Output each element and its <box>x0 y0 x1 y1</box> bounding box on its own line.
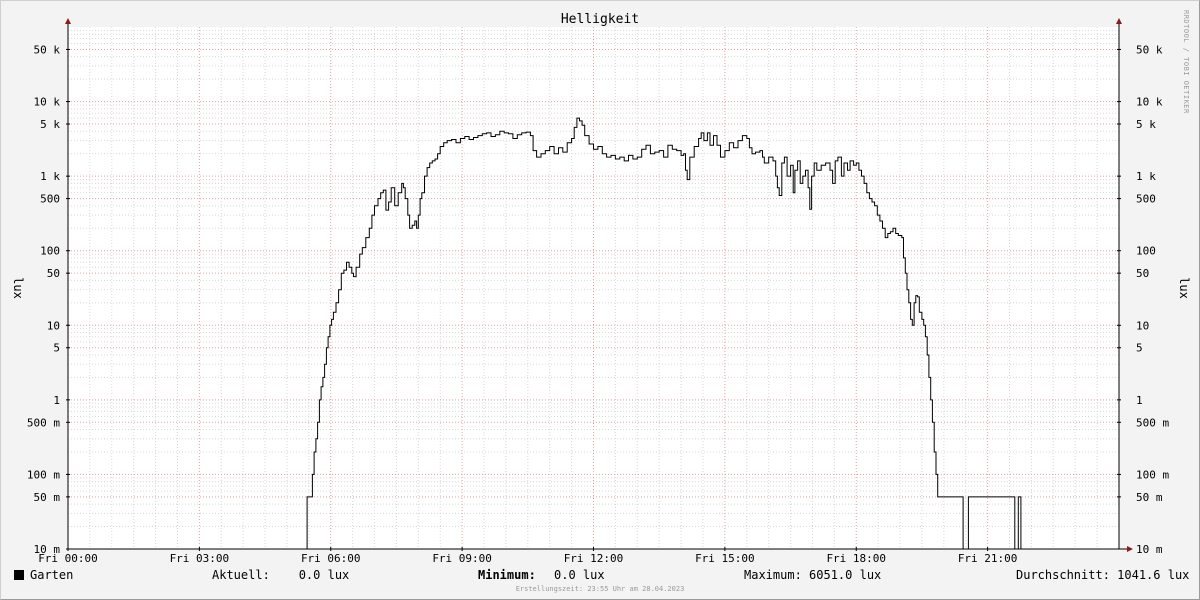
y-tick-labels-right: 50 k 10 k 5 k 1 k 500 100 50 10 5 1 500 m 100 m 50 m… <box>1136 43 1169 556</box>
y-tick-labels-left: 50 k 10 k 5 k 1 k 500 100 50 10 5 1 500 m 100 m 50 m… <box>27 43 60 556</box>
y-tick-label-left: 1 k <box>40 170 60 183</box>
legend-swatch <box>14 570 24 580</box>
y-tick-label-right: 10 m <box>1136 543 1163 556</box>
legend-current: Aktuell: 0.0 lux <box>212 568 350 582</box>
y-tick-label-left: 50 m <box>34 491 61 504</box>
y-tick-label-left: 50 <box>47 267 60 280</box>
y-axis-label-left: lux <box>11 277 25 299</box>
legend-average: Durchschnitt: 1041.6 lux <box>1016 568 1190 582</box>
y-axis-label-right: lux <box>1177 277 1191 299</box>
x-axis-arrow <box>1127 546 1133 552</box>
y-tick-label-right: 100 <box>1136 245 1156 258</box>
x-tick-label: Fri 06:00 <box>301 552 361 565</box>
y-tick-label-left: 10 k <box>34 96 61 109</box>
y-axis-arrow-right <box>1116 18 1122 24</box>
x-tick-labels: Fri 00:00 Fri 03:00 Fri 06:00 Fri 09:00 Fri … <box>38 552 1017 565</box>
y-tick-label-right: 50 <box>1136 267 1149 280</box>
y-tick-label-right: 500 <box>1136 193 1156 206</box>
x-tick-label: Fri 00:00 <box>38 552 98 565</box>
x-tick-label: Fri 09:00 <box>432 552 492 565</box>
y-tick-label-left: 5 k <box>40 118 60 131</box>
y-tick-label-right: 500 m <box>1136 416 1169 429</box>
y-tick-label-left: 10 <box>47 319 60 332</box>
legend-minimum-value: 0.0 lux <box>554 568 605 582</box>
y-tick-label-right: 10 <box>1136 319 1149 332</box>
y-tick-label-right: 100 m <box>1136 468 1169 481</box>
footer-timestamp: Erstellungszeit: 23:55 Uhr am 28.04.2023 <box>515 585 685 593</box>
y-tick-label-left: 500 <box>40 193 60 206</box>
y-tick-label-right: 50 m <box>1136 491 1163 504</box>
y-tick-label-right: 1 <box>1136 394 1143 407</box>
x-tick-label: Fri 18:00 <box>826 552 886 565</box>
chart: 50 k 10 k 5 k 1 k 500 100 50 10 5 1 500 m 100 m 50 m… <box>11 12 1191 565</box>
chart-title: Helligkeit <box>561 12 639 27</box>
legend-series-name: Garten <box>30 568 74 582</box>
y-tick-label-left: 5 <box>53 342 60 355</box>
x-tick-label: Fri 15:00 <box>695 552 755 565</box>
x-tick-label: Fri 12:00 <box>564 552 624 565</box>
y-axis-arrow-left <box>65 18 71 24</box>
legend-maximum: Maximum: 6051.0 lux <box>744 568 882 582</box>
y-tick-label-right: 50 k <box>1136 43 1163 56</box>
y-tick-label-right: 5 <box>1136 342 1143 355</box>
y-tick-label-left: 100 <box>40 245 60 258</box>
y-tick-label-right: 1 k <box>1136 170 1156 183</box>
y-tick-label-left: 100 m <box>27 468 60 481</box>
y-tick-label-left: 50 k <box>34 43 61 56</box>
y-tick-label-right: 5 k <box>1136 118 1156 131</box>
legend: Garten Aktuell: 0.0 lux Minimum: 0.0 lux… <box>0 566 1200 584</box>
y-tick-label-left: 500 m <box>27 416 60 429</box>
x-tick-label: Fri 03:00 <box>170 552 230 565</box>
legend-minimum-label: Minimum: <box>478 568 536 582</box>
y-tick-label-right: 10 k <box>1136 96 1163 109</box>
y-tick-label-left: 1 <box>53 394 60 407</box>
x-tick-label: Fri 21:00 <box>958 552 1018 565</box>
